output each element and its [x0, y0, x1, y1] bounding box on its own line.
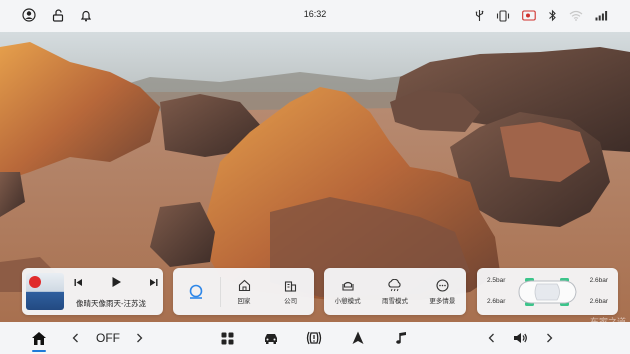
home-icon	[238, 279, 251, 292]
tire-front-right: 2.6bar	[589, 277, 608, 284]
tire-front-left: 2.5bar	[487, 277, 506, 284]
wifi-icon	[569, 10, 583, 21]
camera-record-icon	[522, 10, 536, 21]
rain-snow-mode-button[interactable]: 雨雪模式	[371, 278, 418, 305]
nap-mode-icon	[341, 279, 355, 292]
rain-snow-icon	[387, 278, 402, 292]
more-scenes-label: 更多情景	[429, 297, 456, 305]
album-art[interactable]	[26, 273, 64, 310]
more-icon	[436, 278, 449, 292]
more-scenes-button[interactable]: 更多情景	[419, 278, 466, 305]
next-icon[interactable]	[149, 278, 158, 287]
chevron-left-icon[interactable]	[488, 322, 495, 354]
go-office-button[interactable]: 公司	[267, 279, 314, 305]
unlock-icon[interactable]	[52, 8, 64, 22]
vibrate-icon	[496, 9, 510, 22]
scene-modes-card: 小憩模式 雨雪模式 更多情景	[324, 268, 466, 315]
previous-icon[interactable]	[74, 278, 83, 287]
media-player-card[interactable]: 像晴天像雨天-汪苏泷	[22, 268, 163, 315]
car-top-view-icon	[518, 278, 577, 306]
car-icon[interactable]	[263, 322, 279, 354]
music-icon[interactable]	[396, 322, 407, 354]
volume-icon[interactable]	[513, 322, 528, 354]
climate-state[interactable]: OFF	[96, 322, 120, 354]
bell-icon[interactable]	[80, 9, 92, 22]
go-home-button[interactable]: 回家	[221, 279, 268, 305]
tire-pressure-card[interactable]: 2.5bar 2.6bar 2.6bar 2.6bar	[477, 268, 618, 315]
usb-icon	[475, 9, 484, 22]
tire-rear-right: 2.6bar	[589, 298, 608, 305]
chevron-right-icon[interactable]	[546, 322, 553, 354]
bluetooth-icon	[548, 9, 557, 22]
chevron-right-icon[interactable]	[136, 322, 143, 354]
signal-icon	[595, 10, 608, 21]
user-icon[interactable]	[22, 8, 36, 22]
go-home-label: 回家	[237, 297, 251, 305]
go-office-label: 公司	[284, 297, 298, 305]
quick-navigation-card: 回家 公司	[173, 268, 314, 315]
tire-pressure-icon[interactable]	[305, 322, 323, 354]
chevron-left-icon[interactable]	[72, 322, 79, 354]
active-indicator	[32, 350, 46, 352]
location-button[interactable]	[173, 283, 220, 301]
apps-icon[interactable]	[221, 322, 234, 354]
navigation-icon[interactable]	[352, 322, 364, 354]
nap-mode-label: 小憩模式	[334, 297, 361, 305]
location-icon	[187, 283, 205, 301]
status-bar: 16:32	[0, 0, 630, 32]
play-icon[interactable]	[111, 276, 122, 288]
netease-music-logo	[29, 276, 41, 288]
bottom-dock: OFF	[0, 322, 630, 354]
nap-mode-button[interactable]: 小憩模式	[324, 279, 371, 305]
office-icon	[284, 279, 297, 292]
rain-snow-mode-label: 雨雪模式	[381, 297, 408, 305]
tire-rear-left: 2.6bar	[487, 298, 506, 305]
song-title: 像晴天像雨天-汪苏泷	[76, 299, 146, 308]
